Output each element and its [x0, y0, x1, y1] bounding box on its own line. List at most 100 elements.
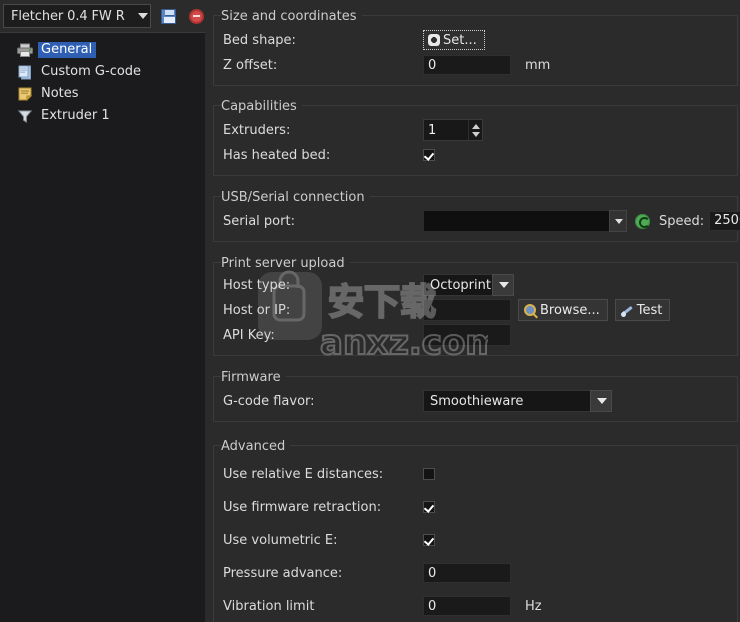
group-advanced: Advanced Use relative E distances: Use f…	[211, 439, 740, 622]
extruders-input[interactable]	[424, 120, 468, 140]
host-type-select[interactable]: Octoprint	[423, 274, 514, 296]
group-usb-serial-connection: USB/Serial connection Serial port: Speed…	[211, 190, 740, 242]
preset-select-value: Fletcher 0.4 FW R	[11, 8, 125, 24]
serial-port-label: Serial port:	[223, 213, 295, 229]
extruders-stepper[interactable]	[423, 119, 483, 141]
printer-settings-window: Fletcher 0.4 FW R General Custom G-code …	[0, 0, 740, 622]
host-type-label: Host type:	[223, 277, 291, 293]
row-host-or-ip: Host or IP: Browse... Test	[214, 298, 737, 322]
browse-button-label: Browse...	[540, 302, 600, 318]
host-type-select-value: Octoprint	[423, 274, 492, 296]
sidebar-item-custom-gcode[interactable]: Custom G-code	[0, 61, 205, 83]
browse-button[interactable]: Browse...	[518, 299, 608, 321]
group-title: USB/Serial connection	[221, 190, 370, 205]
host-or-ip-input[interactable]	[423, 299, 511, 321]
z-offset-label: Z offset:	[223, 57, 278, 73]
pressure-advance-label: Pressure advance:	[223, 565, 343, 581]
row-pressure-advance: Pressure advance:	[214, 557, 737, 589]
vibration-limit-input[interactable]	[423, 596, 511, 616]
funnel-icon	[16, 108, 33, 124]
gcode-flavor-select[interactable]: Smoothieware	[423, 390, 612, 412]
row-use-volumetric-e: Use volumetric E:	[214, 524, 737, 556]
floppy-save-icon	[160, 8, 176, 24]
wrench-icon	[621, 304, 634, 317]
row-gcode-flavor: G-code flavor: Smoothieware	[214, 389, 737, 413]
chevron-down-icon	[138, 13, 148, 19]
use-firmware-retraction-label: Use firmware retraction:	[223, 499, 382, 515]
row-use-relative-e: Use relative E distances:	[214, 458, 737, 490]
bed-shape-set-button-label: Set...	[443, 32, 477, 48]
left-column: Fletcher 0.4 FW R General Custom G-code …	[0, 0, 211, 622]
gcode-flavor-select-value: Smoothieware	[423, 390, 590, 412]
preset-toolbar: Fletcher 0.4 FW R	[0, 0, 211, 32]
row-api-key: API Key:	[214, 323, 737, 347]
sidebar-item-label: Extruder 1	[41, 108, 110, 123]
magnifier-icon	[524, 304, 536, 316]
row-bed-shape: Bed shape: Set...	[214, 28, 737, 52]
group-size-and-coordinates: Size and coordinates Bed shape: Set... Z…	[211, 9, 740, 86]
group-firmware: Firmware G-code flavor: Smoothieware	[211, 370, 740, 422]
bed-shape-set-button[interactable]: Set...	[423, 30, 485, 50]
row-serial-port: Serial port: Speed: 2500	[214, 209, 740, 233]
group-title: Size and coordinates	[221, 9, 362, 24]
sidebar-item-label: General	[38, 42, 97, 58]
sidebar-item-extruder-1[interactable]: Extruder 1	[0, 105, 205, 127]
serial-port-select[interactable]	[423, 210, 627, 232]
rescan-serial-ports-icon[interactable]	[635, 213, 650, 229]
gcode-flavor-label: G-code flavor:	[223, 393, 315, 409]
sidebar-item-label: Notes	[41, 86, 79, 101]
use-relative-e-checkbox[interactable]	[423, 468, 435, 480]
test-button-label: Test	[636, 302, 663, 318]
z-offset-unit: mm	[525, 57, 551, 73]
row-z-offset: Z offset: mm	[214, 53, 737, 77]
use-volumetric-e-label: Use volumetric E:	[223, 532, 338, 548]
has-heated-bed-label: Has heated bed:	[223, 147, 331, 163]
group-title: Capabilities	[221, 99, 302, 114]
use-volumetric-e-checkbox[interactable]	[423, 534, 435, 546]
group-title: Firmware	[221, 370, 286, 385]
delete-preset-button[interactable]	[185, 5, 207, 27]
row-extruders: Extruders:	[214, 118, 737, 142]
row-has-heated-bed: Has heated bed:	[214, 143, 737, 167]
stepper-down-icon[interactable]	[471, 131, 480, 137]
row-use-firmware-retraction: Use firmware retraction:	[214, 491, 737, 523]
gear-icon	[428, 34, 440, 46]
document-icon	[16, 64, 33, 80]
api-key-input[interactable]	[423, 324, 511, 346]
group-capabilities: Capabilities Extruders: 1 Has heated bed…	[211, 99, 740, 176]
preset-select[interactable]: Fletcher 0.4 FW R	[3, 4, 151, 28]
vibration-limit-unit: Hz	[525, 598, 542, 614]
extruders-label: Extruders:	[223, 122, 291, 138]
use-relative-e-label: Use relative E distances:	[223, 466, 384, 482]
test-button[interactable]: Test	[614, 299, 671, 321]
chevron-down-icon	[609, 210, 627, 232]
z-offset-input[interactable]	[423, 55, 511, 75]
settings-tree: General Custom G-code Notes Extruder 1	[0, 32, 205, 622]
api-key-label: API Key:	[223, 327, 275, 343]
host-or-ip-label: Host or IP:	[223, 302, 291, 318]
pressure-advance-input[interactable]	[423, 563, 511, 583]
save-preset-button[interactable]	[157, 5, 179, 27]
remove-circle-icon	[188, 8, 204, 24]
sidebar-item-label: Custom G-code	[41, 64, 142, 79]
sidebar-item-notes[interactable]: Notes	[0, 83, 205, 105]
serial-port-select-value	[423, 210, 609, 232]
chevron-down-icon	[590, 390, 612, 412]
serial-speed-value[interactable]: 2500	[709, 211, 740, 231]
group-title: Print server upload	[221, 256, 350, 271]
settings-pane: Size and coordinates Bed shape: Set... Z…	[211, 0, 740, 622]
row-vibration-limit: Vibration limit Hz	[214, 590, 737, 622]
stepper-up-icon[interactable]	[471, 123, 480, 129]
row-host-type: Host type: Octoprint	[214, 273, 737, 297]
use-firmware-retraction-checkbox[interactable]	[423, 501, 435, 513]
serial-speed-label: Speed:	[659, 213, 705, 229]
chevron-down-icon	[492, 274, 514, 296]
has-heated-bed-checkbox[interactable]	[423, 149, 435, 161]
group-title: Advanced	[221, 439, 291, 454]
bed-shape-label: Bed shape:	[223, 32, 296, 48]
printer-icon	[16, 42, 33, 58]
vibration-limit-label: Vibration limit	[223, 598, 315, 614]
sidebar-item-general[interactable]: General	[0, 39, 205, 61]
group-print-server-upload: Print server upload Host type: Octoprint	[211, 256, 740, 356]
note-icon	[16, 86, 33, 102]
